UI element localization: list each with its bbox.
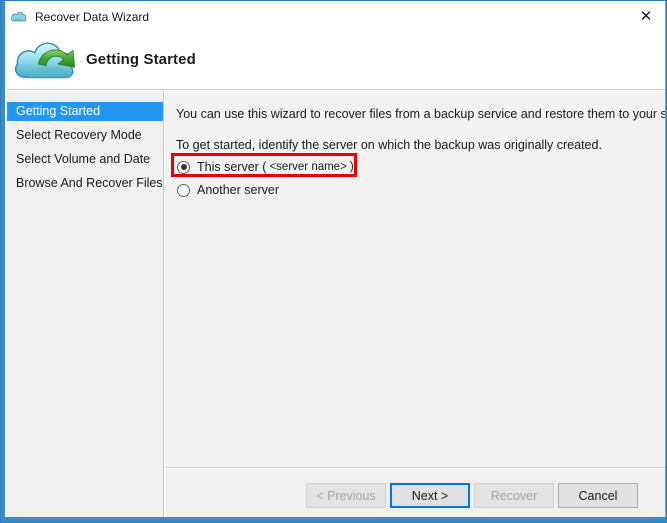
recover-data-wizard-window: Recover Data Wizard ✕ Getting Start [0, 0, 667, 523]
radio-label-another-server: Another server [197, 183, 279, 197]
recover-button[interactable]: Recover [474, 483, 554, 508]
sidebar-item-select-volume-and-date[interactable]: Select Volume and Date [2, 150, 163, 169]
intro-paragraph: You can use this wizard to recover files… [176, 107, 667, 121]
radio-option-this-server[interactable]: This server ( <server name> ) [177, 160, 354, 174]
wizard-content-panel: You can use this wizard to recover files… [165, 91, 667, 468]
instruction-paragraph: To get started, identify the server on w… [176, 138, 602, 152]
window-right-border [665, 1, 666, 523]
wizard-header: Getting Started [2, 31, 667, 90]
server-name-placeholder: <server name> [269, 161, 346, 173]
radio-label-this-server-end: ) [350, 161, 354, 173]
cloud-restore-icon [10, 29, 82, 87]
cancel-button[interactable]: Cancel [558, 483, 638, 508]
title-bar: Recover Data Wizard ✕ [2, 2, 667, 31]
wizard-button-bar: < Previous Next > Recover Cancel [165, 469, 667, 523]
radio-button-icon-unselected[interactable] [177, 184, 190, 197]
window-bottom-border [1, 517, 667, 522]
sidebar-item-select-recovery-mode[interactable]: Select Recovery Mode [2, 126, 163, 145]
close-icon[interactable]: ✕ [625, 2, 667, 30]
previous-button[interactable]: < Previous [306, 483, 386, 508]
sidebar-item-getting-started[interactable]: Getting Started [6, 102, 163, 121]
radio-option-another-server[interactable]: Another server [177, 183, 279, 197]
radio-button-icon-selected[interactable] [177, 161, 190, 174]
window-left-border-inner [5, 1, 7, 519]
sidebar-item-browse-and-recover-files[interactable]: Browse And Recover Files [2, 174, 163, 193]
cloud-icon [10, 10, 27, 24]
wizard-steps-sidebar: Getting Started Select Recovery Mode Sel… [2, 91, 164, 523]
window-title: Recover Data Wizard [35, 10, 149, 24]
page-title: Getting Started [86, 51, 196, 68]
radio-label-this-server: This server ( [197, 160, 266, 174]
next-button[interactable]: Next > [390, 483, 470, 508]
